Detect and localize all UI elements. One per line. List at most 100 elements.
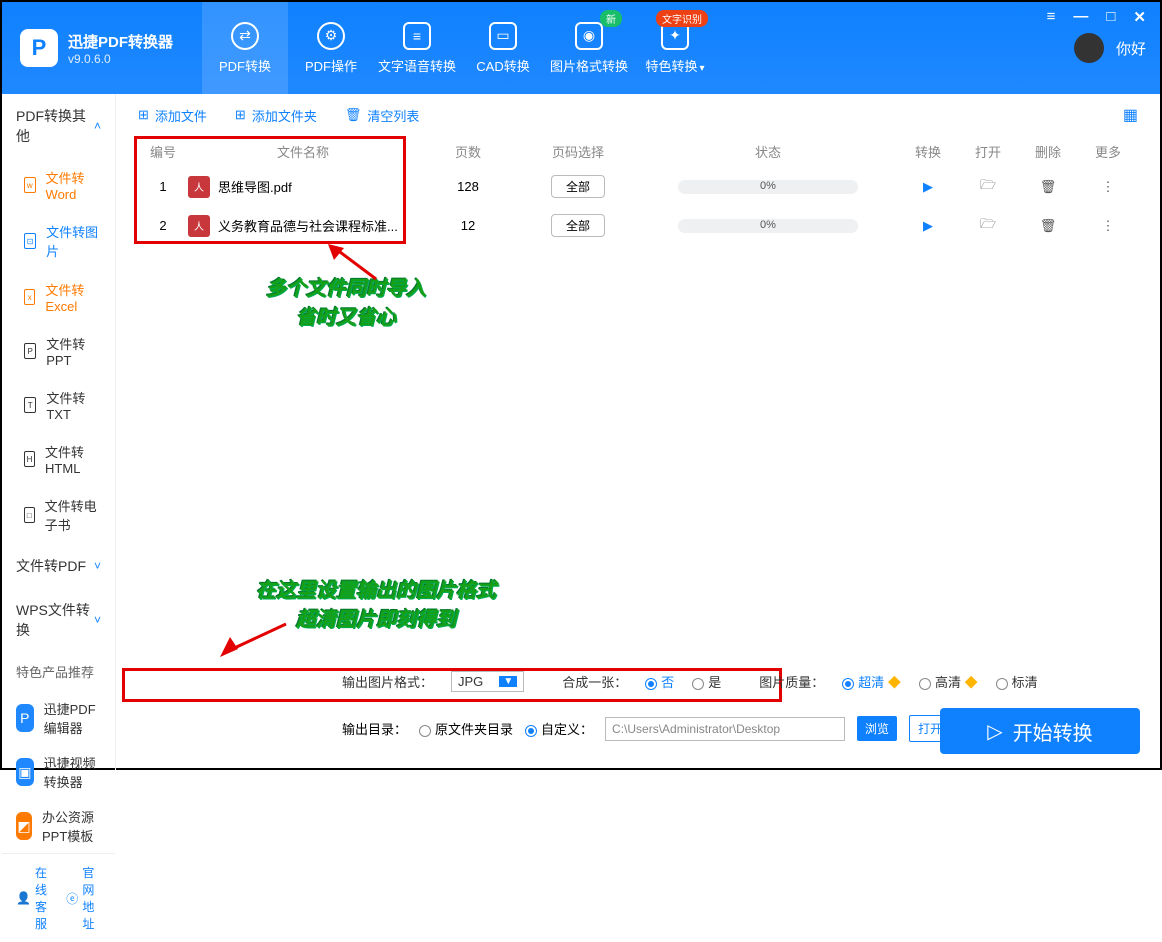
clear-list-button[interactable]: 🗑清空列表 [345, 106, 420, 125]
col-status: 状态 [638, 142, 898, 161]
merge-no-radio[interactable]: 否 [645, 672, 674, 691]
window-controls: ≡ — □ ✕ [1047, 8, 1146, 26]
row-index: 1 [138, 179, 188, 194]
chevron-down-icon: ˅ [94, 559, 101, 573]
progress-bar: 0% [678, 219, 858, 233]
quality-label: 图片质量： [759, 672, 824, 691]
sidebar-group-to-pdf[interactable]: 文件转PDF˅ [2, 544, 115, 588]
col-index: 编号 [138, 142, 188, 161]
image-icon: ◉ [575, 22, 603, 50]
add-folder-button[interactable]: ⊞添加文件夹 [235, 106, 317, 125]
quality-ultra-radio[interactable]: 超清 ◆ [842, 672, 901, 691]
output-src-radio[interactable]: 原文件夹目录 [419, 719, 513, 738]
file-toolbar: ⊞添加文件 ⊞添加文件夹 🗑清空列表 ▦ [116, 94, 1160, 136]
tab-cad[interactable]: ▭CAD转换 [460, 2, 546, 94]
tab-special[interactable]: 文字识别✦特色转换▾ [632, 2, 718, 94]
sidebar-item-to-word[interactable]: w文件转Word [2, 158, 115, 212]
sidebar-item-to-excel[interactable]: x文件转Excel [2, 270, 115, 324]
plus-icon: ⊞ [138, 107, 149, 123]
format-select[interactable]: JPG▼ [451, 671, 524, 692]
promo-ppt-templates[interactable]: ◩办公资源PPT模板 [2, 799, 115, 853]
globe-icon: ⓔ [66, 890, 78, 907]
sidebar: PDF转换其他˄ w文件转Word ⊡文件转图片 x文件转Excel P文件转P… [2, 94, 116, 770]
sidebar-item-to-html[interactable]: H文件转HTML [2, 432, 115, 486]
link-customer-service[interactable]: 👤在线客服 [16, 864, 52, 932]
quality-std-radio[interactable]: 标清 [996, 672, 1038, 691]
browse-button[interactable]: 浏览 [857, 716, 897, 741]
main-panel: ⊞添加文件 ⊞添加文件夹 🗑清空列表 ▦ 编号 文件名称 页数 页码选择 状态 … [116, 94, 1160, 770]
output-dir-label: 输出目录： [342, 719, 407, 738]
delete-button[interactable]: 🗑 [1018, 179, 1078, 195]
maximize-button[interactable]: □ [1106, 8, 1115, 26]
minimize-button[interactable]: — [1073, 8, 1088, 26]
sidebar-item-to-txt[interactable]: T文件转TXT [2, 378, 115, 432]
convert-icon: ⇄ [231, 22, 259, 50]
page-select-button[interactable]: 全部 [551, 214, 605, 237]
video-icon: ▣ [16, 758, 34, 786]
file-name: 义务教育品德与社会课程标准... [218, 216, 398, 235]
logo-area: P 迅捷PDF转换器 v9.0.6.0 [2, 2, 202, 94]
col-pages: 页数 [418, 142, 518, 161]
output-custom-radio[interactable]: 自定义： [525, 719, 593, 738]
add-file-button[interactable]: ⊞添加文件 [138, 106, 207, 125]
pdf-icon: 人 [188, 215, 210, 237]
template-icon: ◩ [16, 812, 32, 840]
close-button[interactable]: ✕ [1133, 8, 1146, 26]
merge-yes-radio[interactable]: 是 [692, 672, 721, 691]
tab-pdf-convert[interactable]: ⇄PDF转换 [202, 2, 288, 94]
format-label: 输出图片格式： [342, 672, 433, 691]
row-index: 2 [138, 218, 188, 233]
merge-label: 合成一张： [562, 672, 627, 691]
table-row: 1 人思维导图.pdf 128 全部 0% ▶ 🗁 🗑 ⋮ [116, 167, 1160, 206]
chevron-down-icon: ˅ [94, 613, 101, 627]
delete-button[interactable]: 🗑 [1018, 218, 1078, 234]
diamond-icon: ◆ [965, 675, 978, 690]
sidebar-group-pdf-to-other[interactable]: PDF转换其他˄ [2, 94, 115, 158]
gear-icon: ⚙ [317, 22, 345, 50]
tab-pdf-operate[interactable]: ⚙PDF操作 [288, 2, 374, 94]
sidebar-item-to-image[interactable]: ⊡文件转图片 [2, 212, 115, 270]
more-button[interactable]: ⋮ [1078, 179, 1138, 195]
badge-ocr: 文字识别 [656, 10, 708, 27]
tab-image[interactable]: 新◉图片格式转换 [546, 2, 632, 94]
col-more: 更多 [1078, 142, 1138, 161]
convert-button[interactable]: ▶ [898, 218, 958, 234]
table-header: 编号 文件名称 页数 页码选择 状态 转换 打开 删除 更多 [116, 136, 1160, 167]
promo-pdf-editor[interactable]: P迅捷PDF编辑器 [2, 691, 115, 745]
progress-bar: 0% [678, 180, 858, 194]
arrow-icon [216, 619, 296, 659]
open-folder-button[interactable]: 🗁 [958, 176, 1018, 198]
avatar[interactable] [1074, 33, 1104, 63]
quality-hd-radio[interactable]: 高清 ◆ [919, 672, 978, 691]
ppt-icon: P [24, 343, 36, 359]
link-official-site[interactable]: ⓔ官网地址 [66, 864, 101, 932]
chevron-down-icon: ▾ [699, 63, 704, 74]
word-icon: w [24, 177, 36, 193]
more-button[interactable]: ⋮ [1078, 218, 1138, 234]
sidebar-item-to-ppt[interactable]: P文件转PPT [2, 324, 115, 378]
image-icon: ⊡ [24, 233, 36, 249]
start-convert-button[interactable]: ▷开始转换 [940, 708, 1140, 754]
promo-heading: 特色产品推荐 [2, 652, 115, 691]
cad-icon: ▭ [489, 22, 517, 50]
output-path-input[interactable] [605, 717, 845, 741]
txt-icon: T [24, 397, 36, 413]
col-name: 文件名称 [188, 142, 418, 161]
sidebar-group-wps[interactable]: WPS文件转换˅ [2, 588, 115, 652]
badge-new: 新 [600, 10, 622, 27]
tab-tts[interactable]: ≡文字语音转换 [374, 2, 460, 94]
promo-video-converter[interactable]: ▣迅捷视频转换器 [2, 745, 115, 799]
col-page-select: 页码选择 [518, 142, 638, 161]
sidebar-item-to-ebook[interactable]: □文件转电子书 [2, 486, 115, 544]
html-icon: H [24, 451, 35, 467]
open-folder-button[interactable]: 🗁 [958, 215, 1018, 237]
menu-button[interactable]: ≡ [1047, 8, 1056, 26]
grid-view-button[interactable]: ▦ [1123, 105, 1138, 125]
table-row: 2 人义务教育品德与社会课程标准... 12 全部 0% ▶ 🗁 🗑 ⋮ [116, 206, 1160, 245]
ebook-icon: □ [24, 507, 35, 523]
convert-button[interactable]: ▶ [898, 179, 958, 195]
trash-icon: 🗑 [345, 107, 362, 123]
person-icon: 👤 [16, 891, 31, 905]
page-select-button[interactable]: 全部 [551, 175, 605, 198]
page-count: 12 [418, 218, 518, 233]
